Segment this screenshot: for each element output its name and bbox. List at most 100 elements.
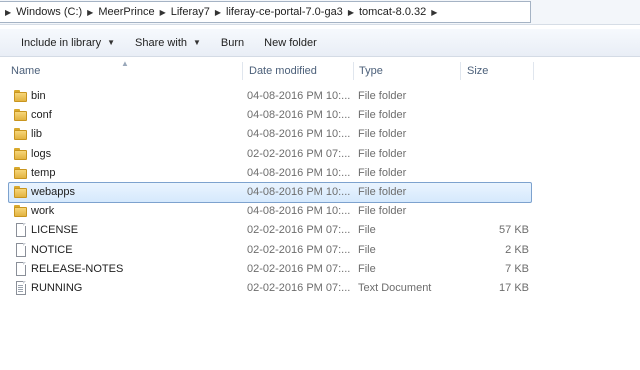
file-name: NOTICE xyxy=(31,243,73,256)
file-name: temp xyxy=(31,166,56,179)
file-icon xyxy=(16,223,26,238)
file-date-modified: 04-08-2016 PM 10:... xyxy=(247,90,351,102)
sort-ascending-icon: ▲ xyxy=(121,59,129,68)
include-in-library-button[interactable]: Include in library ▼ xyxy=(11,32,125,54)
column-divider[interactable] xyxy=(353,62,354,80)
file-icon xyxy=(16,242,26,257)
file-size xyxy=(449,202,529,221)
text-document-icon xyxy=(16,281,26,295)
folder-icon xyxy=(14,90,27,103)
file-type: File folder xyxy=(358,147,407,160)
file-icon xyxy=(16,261,26,276)
column-header: Name ▲ Date modified Type Size xyxy=(0,59,640,82)
chevron-right-icon[interactable]: ▶ xyxy=(5,8,11,17)
file-size xyxy=(449,183,529,202)
file-row[interactable]: bin 04-08-2016 PM 10:... File folder xyxy=(8,86,532,107)
file-size xyxy=(449,106,529,125)
file-date-modified: 02-02-2016 PM 07:... xyxy=(247,282,351,294)
column-size-label: Size xyxy=(467,65,489,77)
file-name: lib xyxy=(31,128,43,141)
folder-icon xyxy=(14,109,27,122)
file-date-modified: 04-08-2016 PM 10:... xyxy=(247,109,351,122)
file-type: File folder xyxy=(358,90,407,102)
new-folder-button[interactable]: New folder xyxy=(254,32,327,54)
column-name-header[interactable]: Name xyxy=(11,60,40,82)
file-size: 17 KB xyxy=(499,282,529,294)
file-type: File folder xyxy=(358,109,407,122)
column-type-label: Type xyxy=(359,65,383,77)
share-with-button[interactable]: Share with ▼ xyxy=(125,32,211,54)
file-type: File xyxy=(358,243,376,256)
file-size: 2 KB xyxy=(505,243,529,256)
file-row[interactable]: lib 04-08-2016 PM 10:... File folder xyxy=(8,124,532,145)
breadcrumb-item[interactable]: tomcat-8.0.32 xyxy=(359,6,426,18)
file-name: RUNNING xyxy=(31,282,83,294)
file-type: File folder xyxy=(358,205,407,218)
column-date-modified-header[interactable]: Date modified xyxy=(249,60,317,82)
file-row[interactable]: conf 04-08-2016 PM 10:... File folder xyxy=(8,105,532,126)
burn-button[interactable]: Burn xyxy=(211,32,254,54)
address-bar[interactable]: ▶ Windows (C:) ▶ MeerPrince ▶ Liferay7 ▶ lifera… xyxy=(0,0,640,25)
file-row[interactable]: logs 02-02-2016 PM 07:... File folder xyxy=(8,144,532,165)
file-name: RELEASE-NOTES xyxy=(31,262,124,275)
file-date-modified: 04-08-2016 PM 10:... xyxy=(247,128,351,141)
file-size xyxy=(449,87,529,106)
file-date-modified: 02-02-2016 PM 07:... xyxy=(247,243,351,256)
breadcrumb-item[interactable]: liferay-ce-portal-7.0-ga3 xyxy=(226,6,343,18)
folder-icon xyxy=(14,166,27,180)
column-divider[interactable] xyxy=(242,62,243,80)
folder-icon xyxy=(14,186,27,199)
file-date-modified: 02-02-2016 PM 07:... xyxy=(247,147,351,160)
folder-icon xyxy=(14,147,27,161)
file-row[interactable]: work 04-08-2016 PM 10:... File folder xyxy=(8,201,532,222)
breadcrumb[interactable]: ▶ Windows (C:) ▶ MeerPrince ▶ Liferay7 ▶ lifera… xyxy=(0,1,531,23)
chevron-down-icon: ▼ xyxy=(193,38,201,47)
file-size xyxy=(449,164,529,183)
file-date-modified: 04-08-2016 PM 10:... xyxy=(247,186,351,198)
file-date-modified: 04-08-2016 PM 10:... xyxy=(247,205,351,218)
column-divider[interactable] xyxy=(533,62,534,80)
column-size-header[interactable]: Size xyxy=(467,60,488,82)
file-name: conf xyxy=(31,109,52,122)
file-date-modified: 04-08-2016 PM 10:... xyxy=(247,166,351,179)
breadcrumb-item[interactable]: MeerPrince xyxy=(98,6,154,18)
folder-icon xyxy=(14,205,27,218)
command-toolbar: Include in library ▼ Share with ▼ Burn N… xyxy=(0,29,640,57)
file-type: File folder xyxy=(358,186,407,198)
file-name: work xyxy=(31,205,55,218)
breadcrumb-item[interactable]: Windows (C:) xyxy=(16,6,82,18)
column-type-header[interactable]: Type xyxy=(359,60,383,82)
file-row[interactable]: temp 04-08-2016 PM 10:... File folder xyxy=(8,163,532,184)
file-size: 57 KB xyxy=(499,224,529,237)
file-row[interactable]: RELEASE-NOTES 02-02-2016 PM 07:... File 7 K… xyxy=(8,259,532,280)
file-type: File folder xyxy=(358,166,407,179)
file-date-modified: 02-02-2016 PM 07:... xyxy=(247,262,351,275)
file-name: LICENSE xyxy=(31,224,79,237)
file-size xyxy=(449,145,529,164)
chevron-right-icon[interactable]: ▶ xyxy=(348,8,354,17)
chevron-right-icon[interactable]: ▶ xyxy=(215,8,221,17)
file-type: File xyxy=(358,224,376,237)
chevron-right-icon[interactable]: ▶ xyxy=(87,8,93,17)
file-type: File folder xyxy=(358,128,407,141)
include-in-library-label: Include in library xyxy=(21,36,102,49)
file-row[interactable]: webapps 04-08-2016 PM 10:... File folder xyxy=(8,182,532,203)
file-name: webapps xyxy=(31,186,76,198)
file-size: 7 KB xyxy=(505,262,529,275)
file-date-modified: 02-02-2016 PM 07:... xyxy=(247,224,351,237)
file-row[interactable]: LICENSE 02-02-2016 PM 07:... File 57 KB xyxy=(8,220,532,241)
share-with-label: Share with xyxy=(135,36,187,49)
column-divider[interactable] xyxy=(460,62,461,80)
folder-icon xyxy=(14,128,27,141)
file-size xyxy=(449,125,529,144)
chevron-right-icon[interactable]: ▶ xyxy=(160,8,166,17)
file-type: File xyxy=(358,262,376,275)
column-date-modified-label: Date modified xyxy=(249,65,317,77)
chevron-down-icon: ▼ xyxy=(107,38,116,47)
file-row[interactable]: NOTICE 02-02-2016 PM 07:... File 2 KB xyxy=(8,240,532,261)
breadcrumb-item[interactable]: Liferay7 xyxy=(171,6,210,18)
chevron-right-icon[interactable]: ▶ xyxy=(431,8,437,17)
burn-label: Burn xyxy=(220,36,245,49)
file-name: bin xyxy=(31,90,46,102)
file-row[interactable]: RUNNING 02-02-2016 PM 07:... Text Document… xyxy=(8,278,532,299)
